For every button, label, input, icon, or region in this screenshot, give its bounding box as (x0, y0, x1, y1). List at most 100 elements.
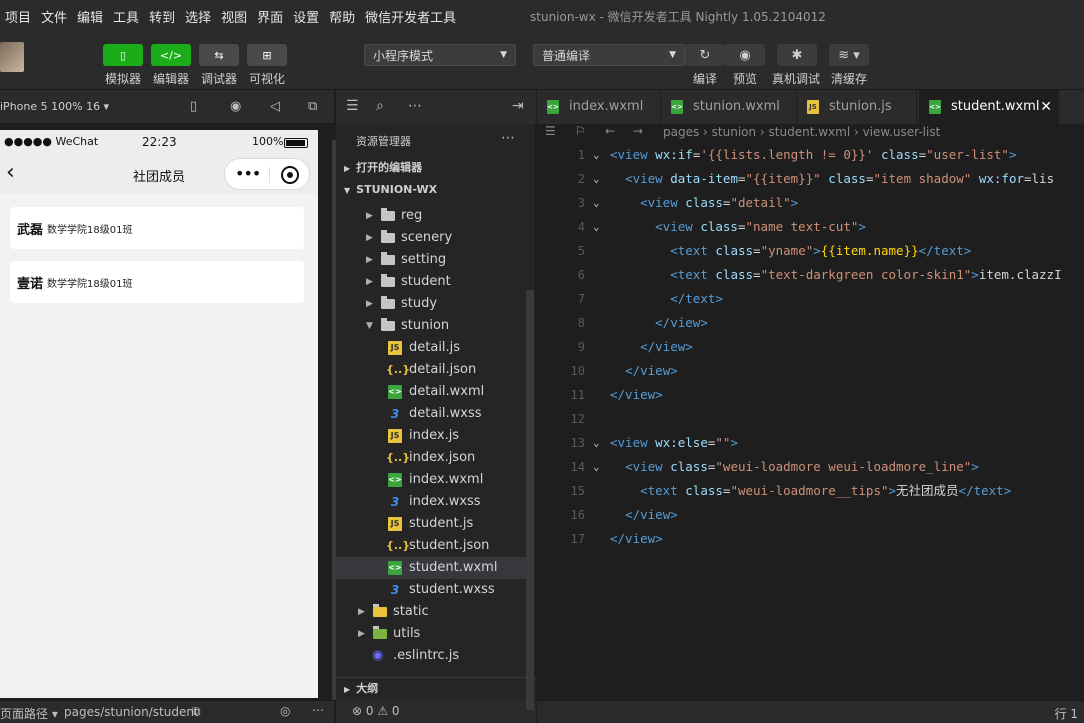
menu-item[interactable]: 工具 (108, 7, 144, 26)
more-icon[interactable]: ⋯ (312, 703, 324, 717)
editor-button[interactable]: </> (151, 44, 191, 66)
back-icon[interactable]: ← (605, 124, 615, 138)
record-icon[interactable]: ◉ (230, 99, 241, 114)
tree-folder[interactable]: ▶ static (336, 601, 526, 623)
menu-item[interactable]: 界面 (252, 7, 288, 26)
code-line[interactable]: 1 ⌄ <view wx:if='{{lists.length != 0}}' cl… (537, 143, 1084, 167)
tab-student-wxml[interactable]: <> student.wxml ✕ (919, 90, 1059, 124)
close-mini-icon[interactable] (281, 166, 299, 184)
code-editor[interactable]: 1 ⌄ <view wx:if='{{lists.length != 0}}' cl… (537, 142, 1084, 700)
tree-folder[interactable]: ▶ reg (336, 205, 526, 227)
open-editors-section[interactable]: ▶ 打开的编辑器 (336, 157, 536, 179)
forward-icon[interactable]: → (633, 124, 643, 138)
breadcrumb-path[interactable]: pages › stunion › student.wxml › view.us… (663, 125, 940, 139)
code-line[interactable]: 9 </view> (537, 335, 1084, 359)
more-icon[interactable]: ⋯ (501, 130, 515, 146)
outline-section[interactable]: ▶ 大纲 (336, 677, 536, 699)
capsule-menu[interactable]: ••• (224, 158, 310, 190)
code-line[interactable]: 4 ⌄ <view class="name text-cut"> (537, 215, 1084, 239)
member-card[interactable]: 壹诺 数学学院18级01班 (10, 261, 304, 303)
tree-file[interactable]: {..} index.json (336, 447, 526, 469)
compile-mode-select[interactable]: 普通编译 ▼ (533, 44, 685, 66)
code-line[interactable]: 10 </view> (537, 359, 1084, 383)
volume-icon[interactable]: ◁ (270, 99, 280, 114)
code-line[interactable]: 16 </view> (537, 503, 1084, 527)
tree-folder[interactable]: ▶ scenery (336, 227, 526, 249)
menu-item[interactable]: 项目 (0, 7, 36, 26)
chevron-down-icon[interactable]: ⌄ (593, 191, 600, 215)
code-line[interactable]: 17 </view> (537, 527, 1084, 551)
clear-cache-button[interactable]: ≋ ▾ (829, 44, 869, 66)
tree-file[interactable]: JS index.js (336, 425, 526, 447)
tree-folder[interactable]: ▶ study (336, 293, 526, 315)
tree-file[interactable]: <> index.wxml (336, 469, 526, 491)
tree-file[interactable]: <> detail.wxml (336, 381, 526, 403)
tree-file[interactable]: JS detail.js (336, 337, 526, 359)
menu-item[interactable]: 选择 (180, 7, 216, 26)
tree-file[interactable]: {..} detail.json (336, 359, 526, 381)
code-line[interactable]: 5 <text class="yname">{{item.name}}</tex… (537, 239, 1084, 263)
chevron-down-icon[interactable]: ⌄ (593, 167, 600, 191)
tree-folder[interactable]: ▶ utils (336, 623, 526, 645)
bookmark-icon[interactable]: ⚐ (575, 124, 586, 138)
code-line[interactable]: 12 (537, 407, 1084, 431)
tree-folder[interactable]: ▼ stunion (336, 315, 526, 337)
menu-item[interactable]: 微信开发者工具 (360, 7, 461, 26)
menu-item[interactable]: 视图 (216, 7, 252, 26)
code-line[interactable]: 7 </text> (537, 287, 1084, 311)
tab-index-wxml[interactable]: <> index.wxml (537, 90, 661, 124)
compile-button[interactable]: ↻ (685, 44, 725, 66)
tree-file[interactable]: JS student.js (336, 513, 526, 535)
copy-icon[interactable]: ⧉ (192, 704, 201, 719)
tree-folder[interactable]: ▶ student (336, 271, 526, 293)
chevron-down-icon[interactable]: ⌄ (593, 431, 600, 455)
window-icon[interactable]: ⧉ (308, 99, 317, 114)
real-debug-button[interactable]: ✱ (777, 44, 817, 66)
mode-select[interactable]: 小程序模式 ▼ (364, 44, 516, 66)
explorer-scrollbar[interactable] (526, 290, 534, 710)
tree-file[interactable]: 3 index.wxss (336, 491, 526, 513)
member-card[interactable]: 武磊 数学学院18级01班 (10, 207, 304, 249)
code-line[interactable]: 14 ⌄ <view class="weui-loadmore weui-load… (537, 455, 1084, 479)
avatar[interactable] (0, 42, 24, 72)
eye-icon[interactable]: ◎ (280, 704, 290, 718)
search-icon[interactable]: ⌕ (376, 98, 384, 114)
code-line[interactable]: 6 <text class="text-darkgreen color-skin… (537, 263, 1084, 287)
chevron-down-icon[interactable]: ⌄ (593, 215, 600, 239)
tab-stunion-js[interactable]: JS stunion.js (797, 90, 917, 124)
problems-status[interactable]: ⊗ 0 ⚠ 0 (336, 700, 536, 723)
tree-file[interactable]: 3 student.wxss (336, 579, 526, 601)
code-line[interactable]: 8 </view> (537, 311, 1084, 335)
more-icon[interactable]: ⋯ (408, 98, 422, 114)
code-line[interactable]: 11 </view> (537, 383, 1084, 407)
code-line[interactable]: 15 <text class="weui-loadmore__tips">无社团… (537, 479, 1084, 503)
tab-stunion-wxml[interactable]: <> stunion.wxml (661, 90, 797, 124)
cursor-position[interactable]: 行 1 (1055, 705, 1078, 722)
tree-folder[interactable]: ▶ setting (336, 249, 526, 271)
preview-button[interactable]: ◉ (725, 44, 765, 66)
list-icon[interactable]: ☰ (346, 98, 359, 114)
close-icon[interactable]: ✕ (1040, 90, 1052, 124)
page-path-label[interactable]: 页面路径 ▾ (0, 705, 58, 722)
collapse-panel-icon[interactable]: ⇥ (512, 98, 524, 114)
tree-file[interactable]: ◉ .eslintrc.js (336, 645, 526, 667)
code-line[interactable]: 3 ⌄ <view class="detail"> (537, 191, 1084, 215)
more-icon[interactable]: ••• (235, 164, 261, 183)
visual-button[interactable]: ⊞ (247, 44, 287, 66)
list-icon[interactable]: ☰ (545, 124, 556, 138)
tree-file[interactable]: <> student.wxml (336, 557, 526, 579)
simulator-button[interactable]: ▯ (103, 44, 143, 66)
chevron-down-icon[interactable]: ⌄ (593, 143, 600, 167)
menu-item[interactable]: 编辑 (72, 7, 108, 26)
code-line[interactable]: 13 ⌄ <view wx:else=""> (537, 431, 1084, 455)
menu-item[interactable]: 设置 (288, 7, 324, 26)
menu-item[interactable]: 帮助 (324, 7, 360, 26)
chevron-down-icon[interactable]: ⌄ (593, 455, 600, 479)
menu-item[interactable]: 转到 (144, 7, 180, 26)
phone-icon[interactable]: ▯ (190, 99, 197, 114)
project-section[interactable]: ▼ STUNION-WX (336, 179, 536, 201)
menu-item[interactable]: 文件 (36, 7, 72, 26)
code-line[interactable]: 2 ⌄ <view data-item="{{item}}" class="ite… (537, 167, 1084, 191)
tree-file[interactable]: 3 detail.wxss (336, 403, 526, 425)
device-select[interactable]: iPhone 5 100% 16 ▾ (0, 100, 109, 113)
